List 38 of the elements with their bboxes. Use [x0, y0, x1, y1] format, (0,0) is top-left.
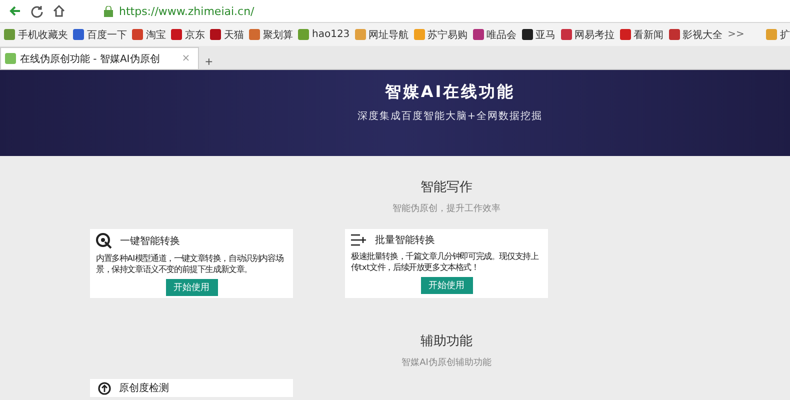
card-description: 内置多种AI模型通道，一键文章转换，自动识别内容场景，保持文章语义不变的前提下生成新文章。 — [96, 253, 284, 275]
bookmark-item[interactable]: 苏宁易购 — [414, 28, 468, 42]
more-bookmarks-button[interactable]: >> — [728, 29, 744, 40]
new-tab-button[interactable]: + — [199, 54, 219, 69]
back-icon[interactable] — [8, 4, 22, 18]
hero-subtitle: 深度集成百度智能大脑+全网数据挖掘 — [356, 110, 543, 123]
bookmark-item[interactable]: 亚马 — [522, 28, 556, 42]
card-title: 原创度检测 — [119, 382, 169, 395]
bookmark-item[interactable]: 手机收藏夹 — [4, 28, 68, 42]
browser-tab[interactable]: 在线伪原创功能 - 智媒AI伪原创 × — [0, 47, 200, 69]
upload-icon — [98, 382, 111, 394]
card-description: 极速批量转换，千篇文章几分钟即可完成。现仅支持上传txt文件，后续开放更多文本格式！ — [351, 251, 540, 273]
section-subtitle: 智媒AI伪原创辅助功能 — [402, 356, 492, 369]
target-icon — [96, 233, 112, 249]
section-subtitle: 智能伪原创，提升工作效率 — [392, 202, 500, 215]
hero-title: 智媒AI在线功能 — [384, 82, 516, 103]
start-button[interactable]: 开始使用 — [420, 277, 472, 294]
lock-icon — [104, 6, 113, 16]
section-title: 辅助功能 — [420, 333, 472, 350]
section-title: 智能写作 — [420, 179, 472, 196]
bookmark-item[interactable]: 影视大全 — [668, 28, 723, 42]
reload-icon[interactable] — [30, 4, 44, 18]
bookmark-item[interactable]: 唯品会 — [472, 28, 517, 42]
start-button[interactable]: 开始使用 — [166, 279, 218, 296]
card-title: 批量智能转换 — [375, 234, 435, 247]
bookmark-item[interactable]: 淘宝 — [132, 28, 166, 42]
bookmark-item[interactable]: hao123 — [298, 29, 350, 40]
bookmark-item[interactable]: 网址导航 — [354, 28, 409, 42]
bookmark-item[interactable]: 百度一下 — [73, 28, 127, 42]
bookmark-item[interactable]: 网易考拉 — [560, 28, 615, 42]
list-add-icon — [351, 234, 367, 246]
bookmark-item[interactable]: 聚划算 — [249, 28, 293, 42]
home-icon[interactable] — [52, 4, 66, 18]
bookmark-item[interactable]: 京东 — [171, 28, 205, 42]
bookmark-item[interactable]: 看新闻 — [620, 28, 664, 42]
bookmark-item[interactable]: 天猫 — [210, 28, 244, 42]
card-title: 一键智能转换 — [120, 234, 180, 248]
extensions-button[interactable]: 扩 — [766, 28, 790, 42]
